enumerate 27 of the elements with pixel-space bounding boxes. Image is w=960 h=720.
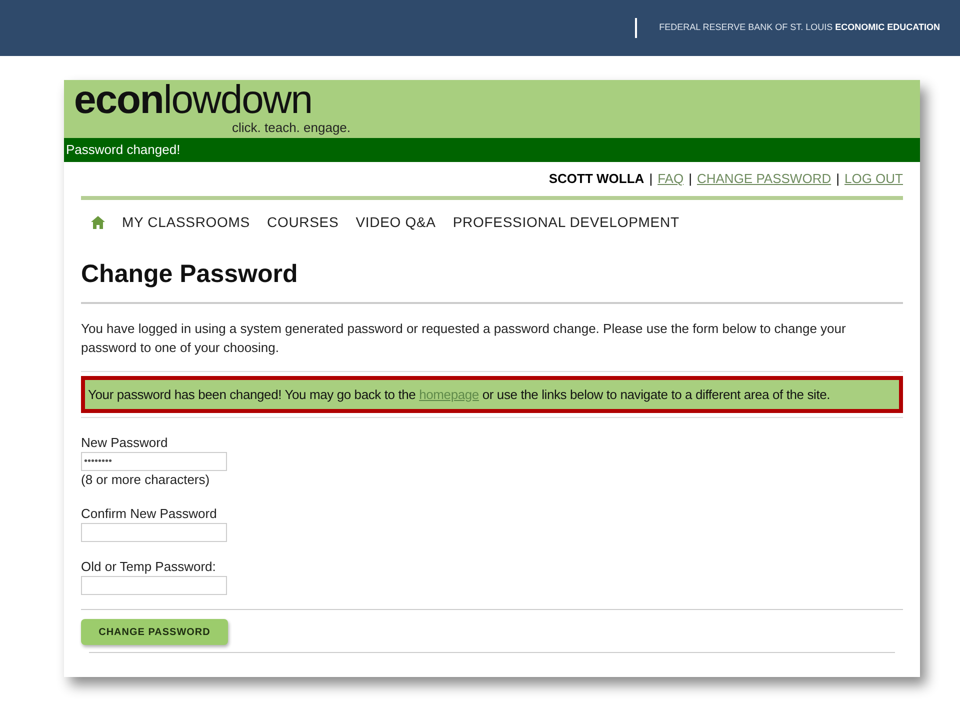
flash-message: Password changed!	[66, 141, 180, 160]
success-notice: Your password has been changed! You may go back to the homepage or use the links below to navigate to a different area of the site.	[81, 376, 903, 413]
nav-link[interactable]: MY CLASSROOMS	[122, 212, 250, 232]
header-link[interactable]: FAQ	[658, 169, 684, 189]
page-title: Change Password	[81, 256, 903, 304]
field-label: New Password	[81, 434, 169, 452]
nav-link[interactable]: VIDEO Q&A	[356, 212, 436, 232]
field-label: Confirm New Password	[81, 505, 218, 523]
user-name: SCOTT WOLLA	[548, 170, 644, 188]
separator: |	[836, 170, 840, 188]
header-link[interactable]: CHANGE PASSWORD	[696, 169, 832, 189]
change-password-button[interactable]: CHANGE PASSWORD	[81, 619, 228, 645]
nav-link[interactable]: COURSES	[267, 212, 339, 232]
nav-link[interactable]: PROFESSIONAL DEVELOPMENT	[452, 212, 680, 232]
logo: econlowdown	[74, 80, 314, 120]
intro-text: You have logged in using a system generated password or requested a password change. Please use the form below to change your password to one of your choosing.	[81, 318, 903, 372]
home-icon[interactable]	[91, 216, 105, 228]
organization-name: FEDERAL RESERVE BANK OF ST. LOUIS ECONOMIC EDUCATION	[659, 21, 940, 34]
password-field[interactable]	[81, 576, 227, 595]
hint-text: (8 or more characters)	[81, 471, 211, 489]
header-link[interactable]: LOG OUT	[844, 169, 903, 189]
tagline: click. teach. engage.	[232, 120, 352, 136]
password-field[interactable]	[81, 523, 227, 542]
field-label: Old or Temp Password:	[81, 558, 217, 576]
password-field[interactable]: ••••••••	[81, 452, 227, 471]
separator: |	[649, 170, 653, 188]
separator: |	[688, 170, 692, 188]
